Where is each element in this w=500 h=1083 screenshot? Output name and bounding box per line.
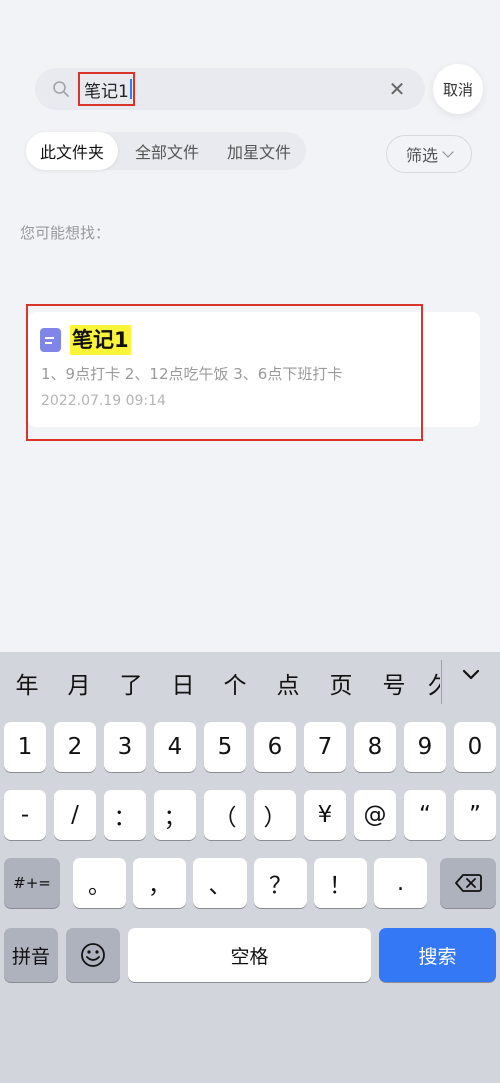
chevron-down-icon [442,146,454,158]
pinyin-key[interactable]: 拼音 [4,928,58,982]
search-key[interactable]: 搜索 [379,928,496,982]
candidate-bar: 年 月 了 日 个 点 页 号 久 [0,652,500,712]
cancel-button[interactable]: 取消 [433,64,483,114]
key-enum-comma[interactable]: 、 [193,858,247,908]
clear-icon[interactable]: ✕ [386,78,408,100]
text-caret [129,79,132,99]
candidate-item[interactable]: 页 [321,666,361,700]
chevron-down-icon[interactable] [462,666,480,684]
search-query: 笔记1 [84,81,129,102]
keyboard: 年 月 了 日 个 点 页 号 久 1 2 3 4 5 6 7 8 9 0 - … [0,652,500,1083]
key-0[interactable]: 0 [454,722,496,772]
emoji-key[interactable] [66,928,120,982]
key-6[interactable]: 6 [254,722,296,772]
candidate-item[interactable]: 点 [268,666,308,700]
emoji-icon [81,943,105,967]
more-symbols-key[interactable]: #+= [4,858,60,908]
candidate-item[interactable]: 日 [163,666,203,700]
filter-label: 筛选 [405,146,438,165]
filter-button[interactable]: 筛选 [386,135,472,173]
candidate-item-partial[interactable]: 久 [428,666,440,702]
candidate-item[interactable]: 月 [59,666,99,700]
space-key[interactable]: 空格 [128,928,371,982]
key-slash[interactable]: / [54,790,96,840]
key-8[interactable]: 8 [354,722,396,772]
key-at[interactable]: @ [354,790,396,840]
tab-all-files[interactable]: 全部文件 [122,132,212,170]
scope-tabs: 此文件夹 全部文件 加星文件 [26,132,306,170]
key-period[interactable]: . [374,858,427,908]
key-close-paren[interactable]: ） [254,790,296,840]
key-3[interactable]: 3 [104,722,146,772]
tab-this-folder[interactable]: 此文件夹 [26,132,118,170]
key-open-paren[interactable]: （ [204,790,246,840]
key-9[interactable]: 9 [404,722,446,772]
backspace-key[interactable] [440,858,496,908]
key-question[interactable]: ？ [254,858,307,908]
annotation-highlight-box [26,304,423,441]
key-2[interactable]: 2 [54,722,96,772]
key-yen[interactable]: ¥ [304,790,346,840]
key-exclamation[interactable]: ！ [314,858,367,908]
search-input[interactable]: 笔记1 [78,72,135,106]
candidate-divider [441,660,442,704]
key-comma[interactable]: ， [133,858,186,908]
search-icon [53,81,69,97]
key-colon[interactable]: ： [104,790,146,840]
key-5[interactable]: 5 [204,722,246,772]
key-hyphen[interactable]: - [4,790,46,840]
backspace-icon [455,874,482,892]
candidate-item[interactable]: 个 [215,666,255,700]
candidate-item[interactable]: 了 [111,666,151,700]
candidate-item[interactable]: 号 [374,666,414,700]
key-full-stop[interactable]: 。 [73,858,126,908]
candidate-item[interactable]: 年 [7,666,47,700]
suggestion-heading: 您可能想找： [20,224,111,242]
key-semicolon[interactable]: ； [154,790,196,840]
key-1[interactable]: 1 [4,722,46,772]
tab-starred-files[interactable]: 加星文件 [214,132,304,170]
key-open-quote[interactable]: “ [404,790,446,840]
key-7[interactable]: 7 [304,722,346,772]
key-close-quote[interactable]: ” [454,790,496,840]
key-4[interactable]: 4 [154,722,196,772]
